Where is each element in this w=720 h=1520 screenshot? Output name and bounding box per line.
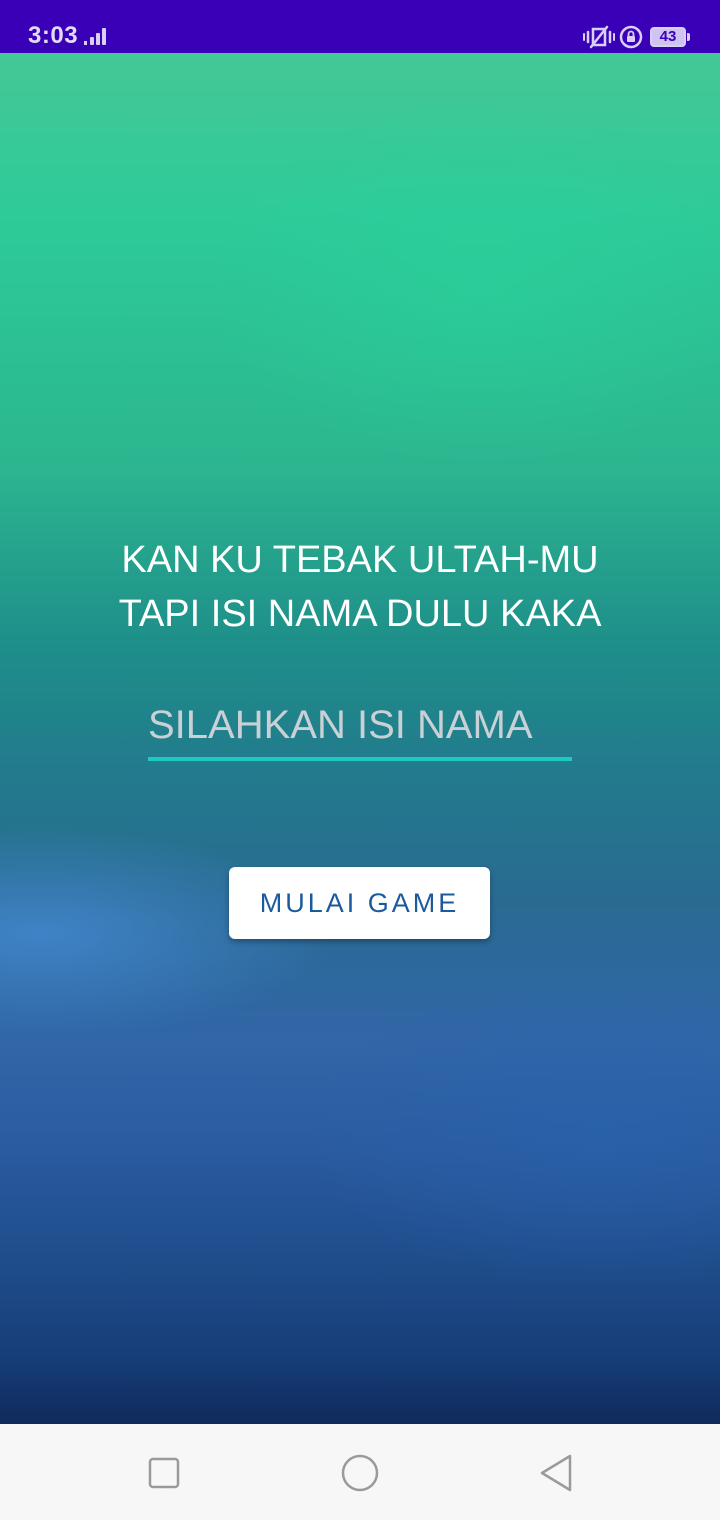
main-content: KAN KU TEBAK ULTAH-MU TAPI ISI NAMA DULU… (0, 53, 720, 1424)
battery-icon: 43 (650, 27, 690, 47)
battery-level: 43 (659, 28, 677, 45)
start-game-button[interactable]: MULAI GAME (229, 867, 490, 939)
navigation-bar (0, 1424, 720, 1520)
signal-icon (84, 28, 106, 45)
status-time: 3:03 (28, 22, 79, 49)
rotation-lock-icon (619, 25, 643, 49)
home-icon[interactable] (340, 1453, 380, 1493)
headline-line-2: TAPI ISI NAMA DULU KAKA (118, 593, 602, 635)
headline-line-1: KAN KU TEBAK ULTAH-MU (121, 539, 599, 581)
headline: KAN KU TEBAK ULTAH-MU TAPI ISI NAMA DULU… (0, 533, 720, 641)
app-screen: 3:03 43 KAN KU TEBAK ULTAH-MU TAPI ISI N… (0, 0, 720, 1520)
status-bar: 3:03 43 (0, 0, 720, 53)
recents-icon[interactable] (148, 1457, 180, 1489)
vibrate-icon (583, 25, 615, 49)
name-input[interactable] (148, 693, 572, 761)
back-icon[interactable] (538, 1453, 574, 1493)
